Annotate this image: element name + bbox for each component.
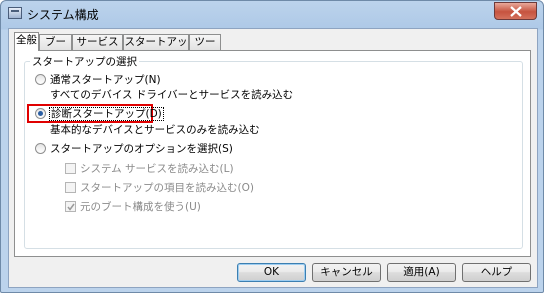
diagnostic-startup-label-wrap[interactable]: 診断スタートアップ(D) xyxy=(49,106,164,121)
tab-startup[interactable]: スタートアップ xyxy=(123,34,189,63)
selective-startup-radio[interactable] xyxy=(35,143,46,154)
title-bar[interactable]: システム構成 xyxy=(1,1,543,27)
close-icon xyxy=(510,6,522,17)
diagnostic-startup-description: 基本的なデバイスとサービスのみを読み込む xyxy=(50,124,260,136)
general-tab-panel: スタートアップの選択 通常スタートアップ(N) すべてのデバイス ドライバーとサ… xyxy=(14,50,531,257)
load-system-services-checkbox[interactable] xyxy=(65,163,76,174)
ok-button[interactable]: OK xyxy=(237,263,306,282)
startup-selection-legend: スタートアップの選択 xyxy=(30,54,139,69)
use-original-boot-config-checkbox[interactable] xyxy=(65,201,76,212)
window-title: システム構成 xyxy=(27,8,99,22)
diagnostic-startup-label[interactable]: 診断スタートアップ(D) xyxy=(49,107,164,121)
diagnostic-startup-radio[interactable] xyxy=(35,108,46,119)
tab-general[interactable]: 全般 xyxy=(14,32,39,51)
checkmark-icon xyxy=(67,203,75,211)
normal-startup-description: すべてのデバイス ドライバーとサービスを読み込む xyxy=(50,89,294,101)
system-config-window: システム構成 全般 ブート サービス スタートアップ ツール スタートアップの選… xyxy=(0,0,544,293)
tab-tools[interactable]: ツール xyxy=(189,34,221,63)
close-button[interactable] xyxy=(494,2,537,20)
cancel-button[interactable]: キャンセル xyxy=(312,263,381,282)
system-config-app-icon xyxy=(8,7,22,19)
selective-startup-label[interactable]: スタートアップのオプションを選択(S) xyxy=(50,141,233,156)
dialog-client-area: 全般 ブート サービス スタートアップ ツール スタートアップの選択 通常スター… xyxy=(8,28,538,288)
normal-startup-radio[interactable] xyxy=(35,74,46,85)
startup-selection-group: スタートアップの選択 通常スタートアップ(N) すべてのデバイス ドライバーとサ… xyxy=(24,54,523,249)
load-startup-items-checkbox[interactable] xyxy=(65,182,76,193)
apply-button[interactable]: 適用(A) xyxy=(387,263,456,282)
tab-services[interactable]: サービス xyxy=(72,34,123,50)
tab-boot[interactable]: ブート xyxy=(39,34,72,63)
load-system-services-label[interactable]: システム サービスを読み込む(L) xyxy=(80,161,234,176)
use-original-boot-config-label[interactable]: 元のブート構成を使う(U) xyxy=(80,199,201,214)
help-button[interactable]: ヘルプ xyxy=(462,263,531,282)
load-startup-items-label[interactable]: スタートアップの項目を読み込む(O) xyxy=(80,180,254,195)
normal-startup-label[interactable]: 通常スタートアップ(N) xyxy=(50,72,161,87)
